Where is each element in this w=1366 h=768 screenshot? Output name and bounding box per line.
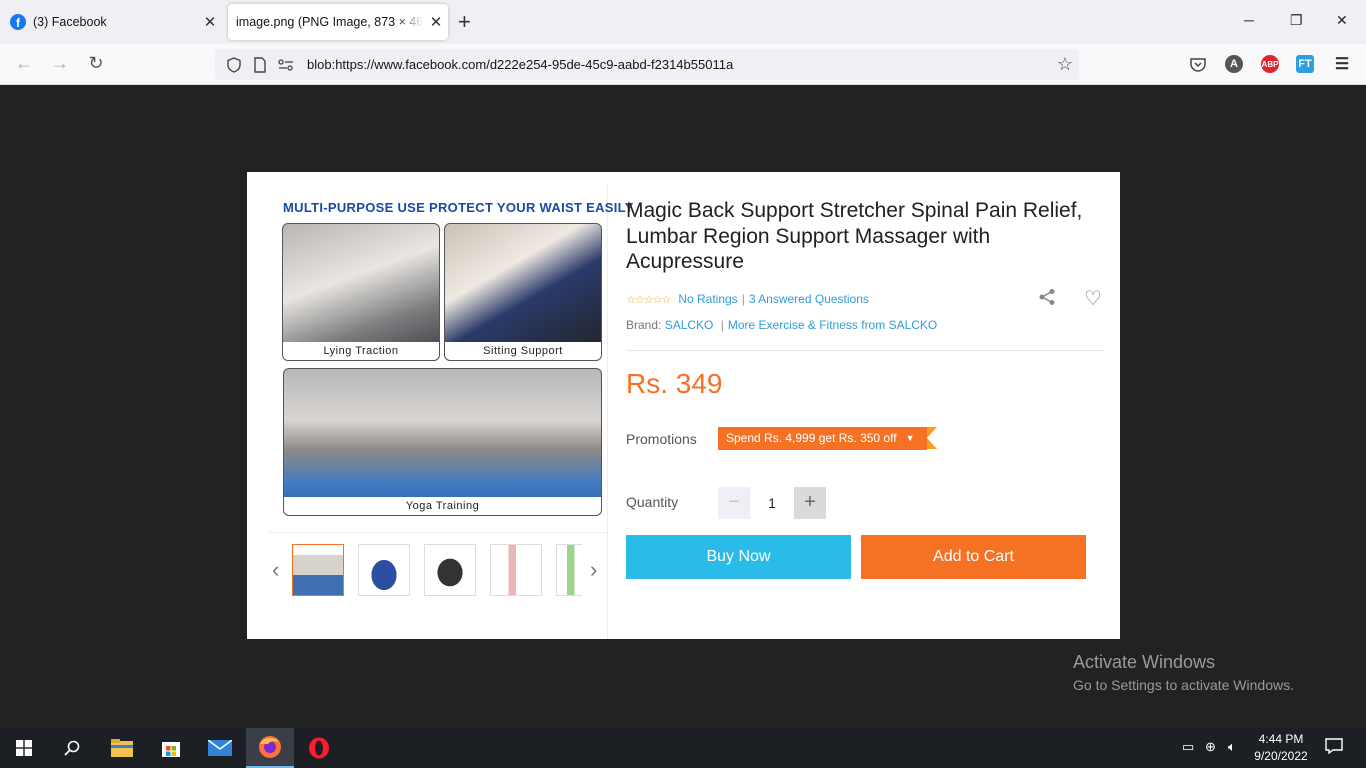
quantity-label: Quantity xyxy=(626,494,679,510)
chevron-down-icon: ▼ xyxy=(905,433,915,443)
navigation-bar: ← → ↻ blob:https://www.facebook.com/d222… xyxy=(0,44,1366,85)
firefox-icon[interactable] xyxy=(246,728,294,768)
image-headline: MULTI-PURPOSE USE PROTECT YOUR WAIST EAS… xyxy=(283,200,634,215)
tab-title: image.png (PNG Image, 873 × 469 pixels) xyxy=(236,15,424,29)
menu-icon[interactable]: ☰ xyxy=(1333,55,1351,73)
url-text[interactable]: blob:https://www.facebook.com/d222e254-9… xyxy=(307,57,733,72)
notifications-icon[interactable] xyxy=(1325,738,1343,759)
back-button[interactable]: ← xyxy=(12,53,36,74)
minimize-icon[interactable]: ─ xyxy=(1244,12,1254,28)
file-explorer-icon[interactable] xyxy=(98,728,146,768)
separator: | xyxy=(720,318,724,332)
photo-label: Lying Traction xyxy=(283,342,439,360)
url-bar[interactable]: blob:https://www.facebook.com/d222e254-9… xyxy=(215,49,1079,80)
activate-windows-watermark: Activate Windows Go to Settings to activ… xyxy=(1073,652,1294,693)
shield-icon[interactable] xyxy=(223,56,245,74)
brand-label: Brand: xyxy=(626,318,662,332)
no-ratings-link[interactable]: No Ratings xyxy=(678,292,737,306)
separator: | xyxy=(741,292,745,306)
thumbnail[interactable] xyxy=(490,544,542,596)
photo-label: Sitting Support xyxy=(445,342,601,360)
taskbar: ▭ ⊕ 🔈︎ 4:44 PM 9/20/2022 xyxy=(0,728,1366,768)
rating-stars: ☆☆☆☆☆ xyxy=(626,293,671,306)
facebook-icon: f xyxy=(10,14,26,30)
product-main-image[interactable]: Lying Traction Sitting Support Yoga Trai… xyxy=(280,196,606,518)
brand-link[interactable]: SALCKO xyxy=(665,318,714,332)
thumbnail[interactable] xyxy=(358,544,410,596)
photo-sitting: Sitting Support xyxy=(444,223,602,361)
promotion-dropdown[interactable]: Spend Rs. 4,999 get Rs. 350 off ▼ xyxy=(718,427,937,450)
permissions-icon[interactable] xyxy=(275,56,297,74)
battery-icon[interactable]: ▭ xyxy=(1182,739,1194,755)
more-from-brand-link[interactable]: More Exercise & Fitness from SALCKO xyxy=(728,318,937,332)
system-clock[interactable]: 4:44 PM 9/20/2022 xyxy=(1252,731,1310,765)
clock-date: 9/20/2022 xyxy=(1254,749,1308,763)
thumb-prev-arrow[interactable]: ‹ xyxy=(272,557,279,583)
promotion-text: Spend Rs. 4,999 get Rs. 350 off xyxy=(726,431,897,445)
thumbnail[interactable] xyxy=(292,544,344,596)
mail-icon[interactable] xyxy=(196,728,244,768)
promotions-label: Promotions xyxy=(626,431,697,447)
promo-flag-decoration xyxy=(926,427,937,449)
rating-row: ☆☆☆☆☆ No Ratings | 3 Answered Questions xyxy=(626,292,869,306)
restore-icon[interactable]: ❐ xyxy=(1290,12,1303,29)
photo-label: Yoga Training xyxy=(284,497,601,515)
tab-bar: f (3) Facebook ✕ image.png (PNG Image, 8… xyxy=(0,0,1366,44)
quantity-increase-button[interactable]: + xyxy=(794,487,826,519)
photo-yoga: Yoga Training xyxy=(283,368,602,516)
product-title: Magic Back Support Stretcher Spinal Pain… xyxy=(626,199,1083,273)
tab-title: (3) Facebook xyxy=(33,15,107,29)
thumbnail[interactable] xyxy=(424,544,476,596)
photo-lying: Lying Traction xyxy=(282,223,440,361)
bookmark-star-icon[interactable]: ☆ xyxy=(1057,54,1073,75)
account-icon[interactable]: A xyxy=(1225,55,1243,73)
close-tab-icon[interactable]: ✕ xyxy=(424,13,448,31)
watermark-title: Activate Windows xyxy=(1073,652,1216,672)
volume-icon[interactable]: 🔈︎ xyxy=(1228,739,1236,755)
watermark-subtitle: Go to Settings to activate Windows. xyxy=(1073,677,1294,693)
answered-questions-link[interactable]: 3 Answered Questions xyxy=(749,292,869,306)
pocket-icon[interactable] xyxy=(1189,55,1207,73)
quantity-decrease-button[interactable]: − xyxy=(718,487,750,519)
forward-button[interactable]: → xyxy=(48,53,72,74)
thumbnail[interactable] xyxy=(556,544,582,596)
price: Rs. 349 xyxy=(626,368,723,399)
tab-image[interactable]: image.png (PNG Image, 873 × 469 pixels) … xyxy=(228,4,448,40)
start-windows-icon[interactable] xyxy=(0,728,48,768)
buy-now-button[interactable]: Buy Now xyxy=(626,535,851,579)
tab-facebook[interactable]: f (3) Facebook ✕ xyxy=(4,4,222,40)
extension-icon[interactable]: FT xyxy=(1296,55,1314,73)
network-globe-icon[interactable]: ⊕ xyxy=(1205,739,1216,755)
wishlist-heart-icon[interactable]: ♡ xyxy=(1084,286,1102,311)
adblock-icon[interactable]: ABP xyxy=(1261,55,1279,73)
close-tab-icon[interactable]: ✕ xyxy=(198,13,222,31)
share-icon[interactable] xyxy=(1038,288,1056,311)
reload-button[interactable]: ↻ xyxy=(84,53,108,74)
thumbnail-strip: ‹ › xyxy=(268,532,608,607)
page-icon[interactable] xyxy=(249,56,271,74)
new-tab-button[interactable]: + xyxy=(458,10,471,34)
close-window-icon[interactable]: ✕ xyxy=(1336,12,1348,29)
opera-icon[interactable] xyxy=(295,728,343,768)
thumb-next-arrow[interactable]: › xyxy=(590,557,597,583)
clock-time: 4:44 PM xyxy=(1258,732,1304,746)
store-icon[interactable] xyxy=(147,728,195,768)
search-icon[interactable] xyxy=(48,728,96,768)
quantity-value[interactable]: 1 xyxy=(762,495,782,511)
divider xyxy=(626,350,1105,351)
add-to-cart-button[interactable]: Add to Cart xyxy=(861,535,1086,579)
brand-row: Brand: SALCKO | More Exercise & Fitness f… xyxy=(626,318,937,332)
